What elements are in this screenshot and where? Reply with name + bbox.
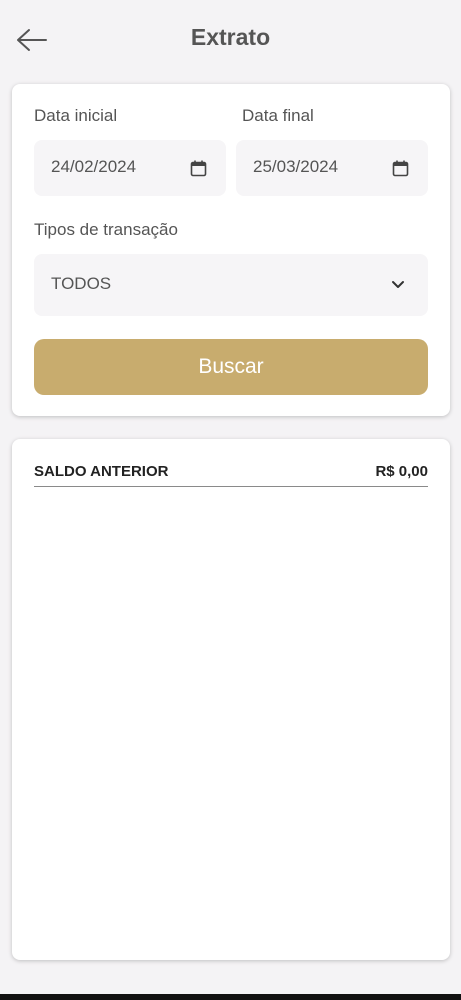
previous-balance-row: SALDO ANTERIOR R$ 0,00: [34, 462, 428, 487]
end-date-field[interactable]: 25/03/2024: [236, 140, 428, 196]
statement-card: SALDO ANTERIOR R$ 0,00: [12, 439, 450, 960]
start-date-field[interactable]: 24/02/2024: [34, 140, 226, 196]
start-date-value: 24/02/2024: [51, 157, 137, 176]
previous-balance-value: R$ 0,00: [375, 463, 428, 480]
filter-card: Data inicial 24/02/2024 Data final 25/03…: [12, 84, 450, 416]
transaction-type-value: TODOS: [51, 274, 112, 293]
system-bottom-bar: [0, 994, 461, 1000]
previous-balance-label: SALDO ANTERIOR: [34, 463, 169, 480]
start-date-label: Data inicial: [34, 106, 118, 125]
calendar-icon[interactable]: [392, 160, 409, 177]
app-header: Extrato: [0, 0, 461, 80]
chevron-down-icon: [392, 281, 404, 288]
calendar-icon[interactable]: [190, 160, 207, 177]
end-date-value: 25/03/2024: [253, 157, 339, 176]
page-title: Extrato: [190, 24, 271, 50]
search-button[interactable]: Buscar: [34, 339, 428, 395]
transaction-type-select[interactable]: TODOS: [34, 254, 428, 316]
end-date-label: Data final: [242, 106, 314, 125]
transaction-type-label: Tipos de transação: [34, 220, 178, 239]
